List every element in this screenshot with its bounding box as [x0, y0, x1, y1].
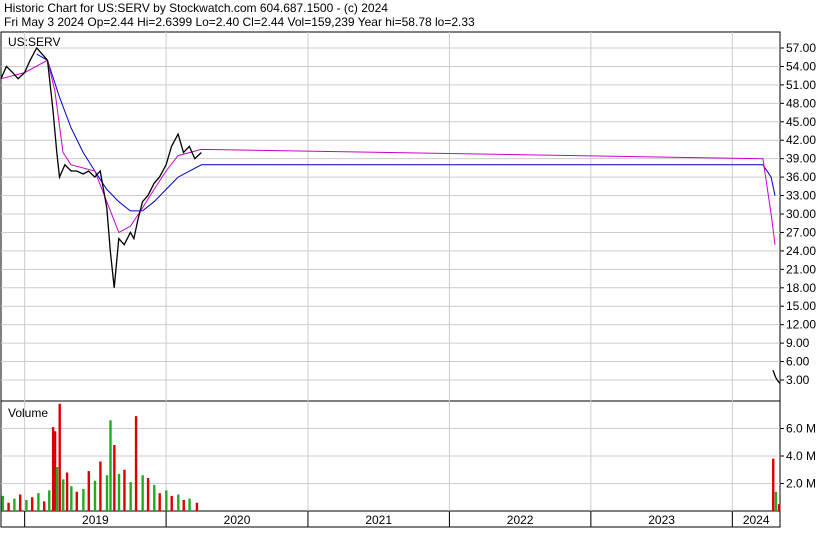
ma-short-line: [0, 59, 776, 245]
volume-bar: [93, 480, 97, 511]
volume-bar: [772, 458, 775, 511]
volume-bar: [141, 475, 144, 511]
price-tick-label: 33.00: [786, 189, 816, 203]
volume-bar: [105, 475, 109, 511]
symbol-label: US:SERV: [8, 35, 60, 49]
volume-bar: [188, 498, 191, 511]
volume-label: Volume: [8, 406, 48, 420]
year-label: 2023: [648, 513, 675, 527]
volume-bar: [146, 478, 150, 511]
volume-tick-label: 6.0 M: [786, 422, 816, 436]
volume-bar: [13, 498, 16, 511]
price-tick-label: 9.00: [786, 336, 810, 350]
price-tick-label: 27.00: [786, 225, 816, 239]
volume-bar: [777, 504, 781, 511]
volume-bar: [7, 502, 10, 511]
volume-bar: [165, 490, 168, 511]
price-tick-label: 48.00: [786, 96, 816, 110]
price-tick-label: 54.00: [786, 59, 816, 73]
volume-bar: [65, 472, 69, 511]
volume-bar: [113, 445, 116, 511]
volume-bar: [25, 500, 28, 511]
volume-bar: [109, 420, 112, 511]
year-label: 2020: [224, 513, 251, 527]
volume-bar: [129, 482, 132, 511]
volume-bar: [55, 467, 59, 511]
price-tick-label: 30.00: [786, 207, 816, 221]
volume-tick-label: 2.0 M: [786, 477, 816, 491]
volume-bar: [31, 497, 34, 511]
price-tick-label: 39.00: [786, 152, 816, 166]
price-tick-label: 12.00: [786, 318, 816, 332]
price-line: [0, 46, 202, 288]
price-tick-label: 45.00: [786, 115, 816, 129]
volume-bar: [774, 491, 778, 511]
volume-bar: [177, 494, 180, 511]
volume-bar: [117, 473, 121, 511]
volume-bar: [18, 494, 22, 511]
volume-bar: [182, 500, 185, 511]
volume-bar: [195, 502, 199, 511]
volume-bar: [170, 495, 173, 511]
price-tick-label: 15.00: [786, 299, 816, 313]
volume-bar: [43, 501, 46, 511]
price-tick-label: 57.00: [786, 41, 816, 55]
price-tick-label: 24.00: [786, 244, 816, 258]
price-tick-label: 36.00: [786, 170, 816, 184]
price-tick-label: 21.00: [786, 262, 816, 276]
volume-bar: [153, 484, 156, 511]
volume-tick-label: 4.0 M: [786, 449, 816, 463]
ma-long-line: [36, 53, 776, 212]
volume-bar: [87, 471, 90, 511]
volume-bar: [62, 479, 65, 511]
price-tick-label: 42.00: [786, 133, 816, 147]
price-tick-label: 3.00: [786, 373, 810, 387]
volume-bar: [123, 469, 126, 511]
volume-bar: [70, 486, 73, 511]
price-line-recent: [772, 369, 781, 384]
volume-bar: [82, 489, 85, 511]
price-tick-label: 6.00: [786, 355, 810, 369]
price-tick-label: 18.00: [786, 281, 816, 295]
price-tick-label: 51.00: [786, 78, 816, 92]
volume-bar: [99, 461, 102, 511]
volume-bar: [48, 490, 51, 511]
volume-bar: [158, 493, 161, 511]
stock-chart: 57.00 54.00 51.00 48.00 45.00 42.00 39.00 36.00…: [0, 31, 816, 528]
year-label: 2024: [743, 513, 770, 527]
volume-bar: [134, 416, 138, 511]
year-label: 2022: [507, 513, 534, 527]
volume-bar: [37, 493, 40, 511]
year-label: 2019: [82, 513, 109, 527]
volume-bar: [58, 403, 61, 511]
year-label: 2021: [365, 513, 392, 527]
volume-bar: [75, 491, 78, 511]
volume-bar: [1, 495, 4, 511]
price-panel-frame: [0, 31, 781, 402]
